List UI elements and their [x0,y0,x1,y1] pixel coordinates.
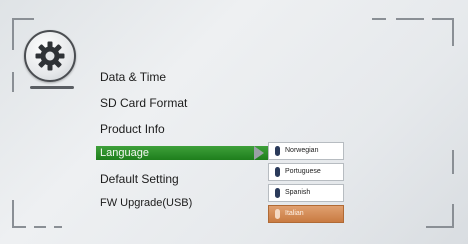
bullet-icon [275,146,280,156]
language-option-label: Portuguese [285,168,321,175]
frame-corner [372,18,386,20]
frame-corner [452,18,454,46]
frame-edge [452,150,454,174]
bullet-icon [275,167,280,177]
menu-item-default-setting[interactable]: Default Setting [100,170,179,188]
menu-item-language[interactable]: Language [96,146,268,160]
menu-item-date-time[interactable]: Data & Time [100,68,166,86]
language-option-label: Italian [285,210,304,217]
frame-corner [34,226,46,228]
menu-item-fw-upgrade[interactable]: FW Upgrade(USB) [100,194,192,212]
frame-edge [12,72,14,92]
menu-item-sd-card-format[interactable]: SD Card Format [100,94,187,112]
language-option-label: Spanish [285,189,311,196]
settings-badge [24,30,76,82]
language-option-norwegian[interactable]: Norwegian [268,142,344,160]
submenu-arrow-icon [254,146,264,160]
frame-corner [12,18,14,50]
frame-corner [452,204,454,228]
frame-corner [432,18,454,20]
bullet-icon [275,188,280,198]
gear-icon [35,41,65,71]
language-submenu: Norwegian Portuguese Spanish Italian [268,142,344,226]
frame-corner [12,226,26,228]
bullet-icon [275,209,280,219]
frame-corner [54,226,62,228]
frame-corner [12,18,34,20]
menu-item-product-info[interactable]: Product Info [100,120,165,138]
settings-screen: Data & Time SD Card Format Product Info … [0,0,468,244]
language-option-label: Norwegian [285,147,319,154]
language-option-spanish[interactable]: Spanish [268,184,344,202]
frame-corner [396,18,424,20]
language-option-italian[interactable]: Italian [268,205,344,223]
language-option-portuguese[interactable]: Portuguese [268,163,344,181]
frame-corner [12,200,14,226]
icon-underline [30,86,74,89]
frame-corner [426,226,454,228]
